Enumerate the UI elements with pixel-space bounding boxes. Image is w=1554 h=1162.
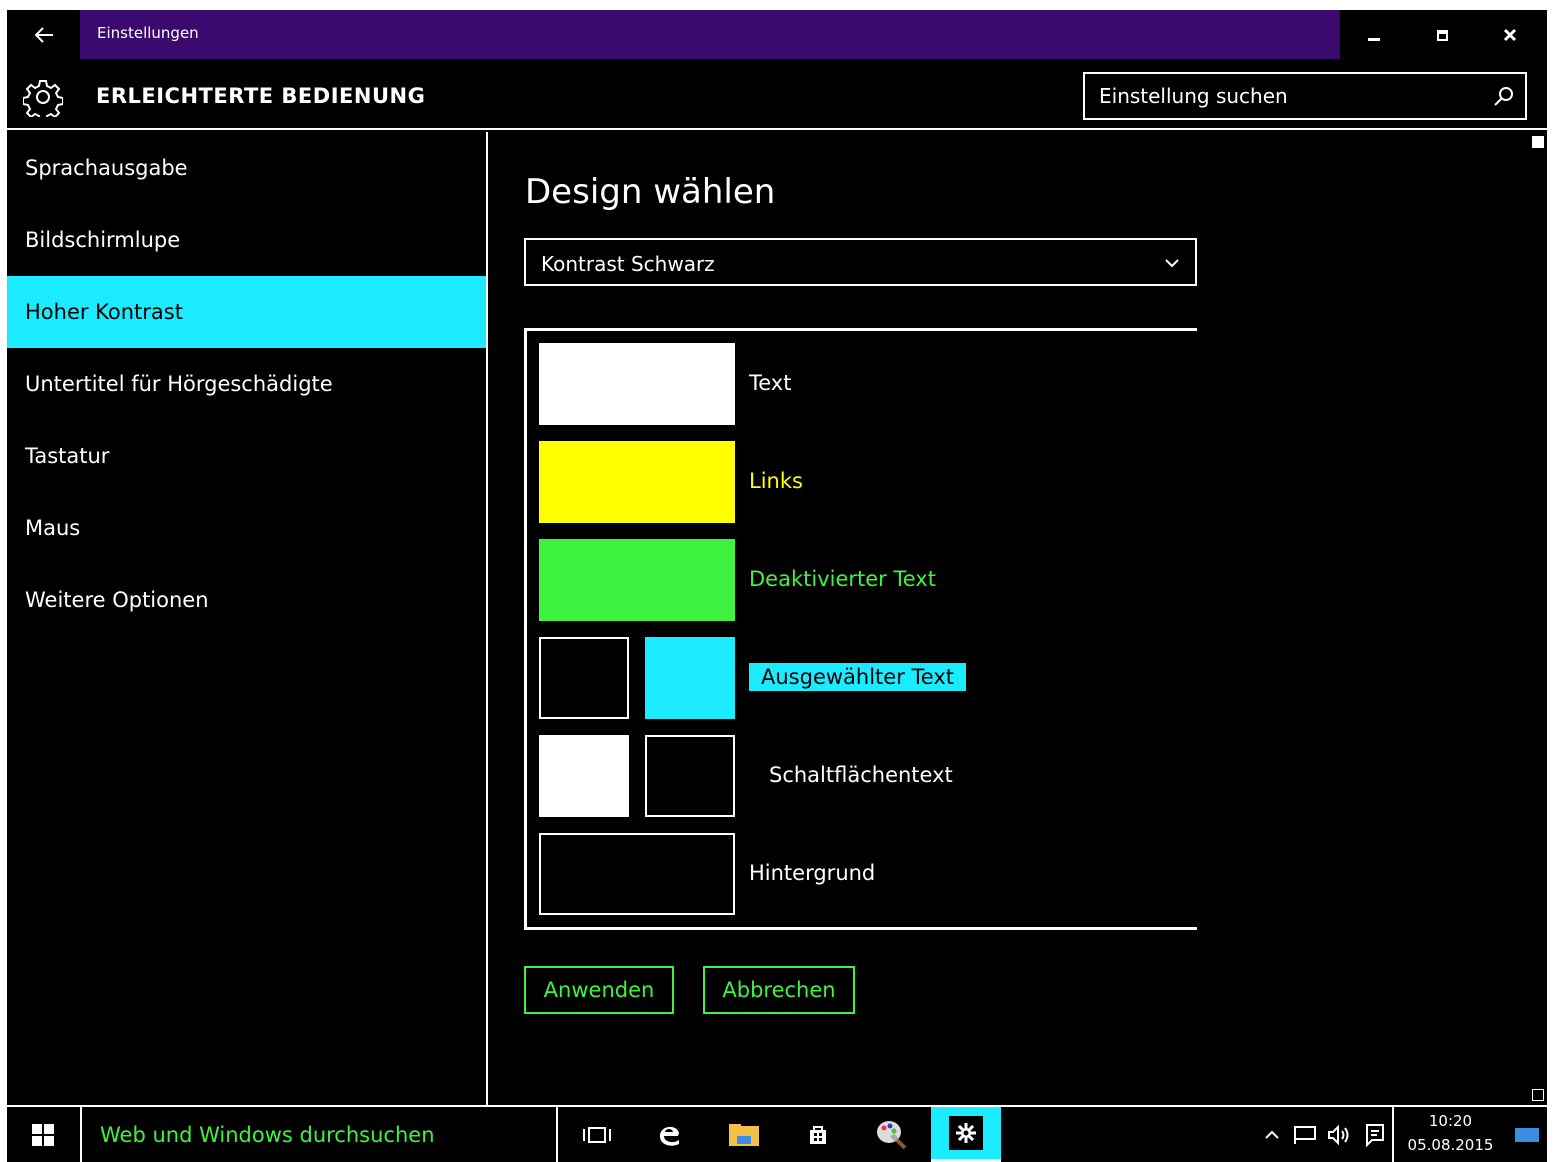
settings-taskbar-button[interactable] — [931, 1107, 1001, 1162]
section-title: ERLEICHTERTE BEDIENUNG — [96, 84, 426, 108]
theme-dropdown[interactable]: Kontrast Schwarz — [524, 238, 1197, 286]
taskbar-clock[interactable]: 10:20 05.08.2015 — [1392, 1107, 1507, 1162]
sidebar-item-bildschirmlupe[interactable]: Bildschirmlupe — [7, 204, 486, 276]
taskbar: Web und Windows durchsuchen 10:20 05.08.… — [7, 1105, 1547, 1162]
minimize-button[interactable] — [1340, 10, 1408, 60]
settings-search-box[interactable] — [1083, 72, 1527, 120]
paint-button[interactable] — [857, 1107, 927, 1162]
theme-preview-panel: Text Links Deaktivierter Text Ausgewählt… — [524, 328, 1197, 930]
sidebar-item-sprachausgabe[interactable]: Sprachausgabe — [7, 132, 486, 204]
action-center-icon[interactable] — [1360, 1119, 1390, 1151]
app-title: Einstellungen — [97, 24, 199, 42]
preview-row-disabled-text: Deaktivierter Text — [539, 539, 1189, 623]
sidebar-item-tastatur[interactable]: Tastatur — [7, 420, 486, 492]
task-view-icon — [583, 1126, 611, 1143]
title-bar: Einstellungen — [7, 10, 1547, 60]
sidebar-item-untertitel[interactable]: Untertitel für Hörgeschädigte — [7, 348, 486, 420]
preview-label-text: Text — [749, 371, 792, 395]
title-bar-background: Einstellungen — [80, 10, 1340, 59]
scroll-down-arrow-icon[interactable] — [1532, 1089, 1544, 1101]
preview-label-links: Links — [749, 469, 803, 493]
restore-icon — [1436, 29, 1448, 41]
preview-row-button-text: Schaltflächentext — [539, 735, 1189, 819]
edge-button[interactable] — [635, 1107, 705, 1162]
text-color-swatch[interactable] — [539, 343, 735, 425]
page-header: ERLEICHTERTE BEDIENUNG — [7, 60, 1547, 130]
close-button[interactable] — [1476, 10, 1544, 60]
apply-button[interactable]: Anwenden — [524, 966, 674, 1014]
main-content: Design wählen Kontrast Schwarz Text Link… — [490, 132, 1530, 1105]
scroll-up-arrow-icon[interactable] — [1532, 136, 1544, 148]
back-arrow-icon — [34, 27, 53, 43]
start-button[interactable] — [7, 1107, 79, 1162]
minimize-icon — [1368, 37, 1380, 41]
paint-icon — [877, 1120, 907, 1149]
show-desktop-button[interactable] — [1507, 1107, 1547, 1162]
preview-row-text: Text — [539, 343, 1189, 427]
selected-text-foreground-swatch[interactable] — [539, 637, 629, 719]
selected-text-background-swatch[interactable] — [645, 637, 735, 719]
task-view-button[interactable] — [562, 1107, 632, 1162]
preview-row-links: Links — [539, 441, 1189, 525]
file-explorer-button[interactable] — [709, 1107, 779, 1162]
theme-dropdown-value: Kontrast Schwarz — [541, 252, 715, 276]
vertical-scrollbar[interactable] — [1529, 132, 1547, 1105]
file-explorer-icon — [729, 1123, 759, 1146]
back-button[interactable] — [7, 10, 80, 60]
disabled-text-color-swatch[interactable] — [539, 539, 735, 621]
sidebar-item-maus[interactable]: Maus — [7, 492, 486, 564]
taskbar-search-placeholder: Web und Windows durchsuchen — [100, 1123, 435, 1147]
settings-search-input[interactable] — [1099, 82, 1479, 110]
sidebar-item-hoher-kontrast[interactable]: Hoher Kontrast — [7, 276, 486, 348]
settings-icon — [949, 1116, 983, 1150]
sidebar-item-weitere-optionen[interactable]: Weitere Optionen — [7, 564, 486, 636]
edge-icon — [659, 1126, 679, 1146]
store-icon — [810, 1125, 826, 1144]
restore-button[interactable] — [1408, 10, 1476, 60]
links-color-swatch[interactable] — [539, 441, 735, 523]
show-hidden-icons-chevron-icon[interactable] — [1257, 1119, 1287, 1151]
cancel-button[interactable]: Abbrechen — [703, 966, 855, 1014]
preview-label-disabled-text: Deaktivierter Text — [749, 567, 936, 591]
preview-label-selected-text: Ausgewählter Text — [749, 663, 966, 691]
sidebar-nav: Sprachausgabe Bildschirmlupe Hoher Kontr… — [7, 132, 488, 1105]
page-heading: Design wählen — [525, 172, 776, 212]
search-icon[interactable] — [1493, 85, 1515, 107]
gear-icon — [23, 80, 63, 117]
show-desktop-icon — [1515, 1127, 1539, 1142]
windows-logo-icon — [32, 1123, 54, 1146]
chevron-down-icon — [1165, 259, 1179, 268]
settings-window: Einstellungen ERLEICHTERTE BEDIENUNG Spr… — [7, 10, 1547, 1105]
preview-label-background: Hintergrund — [749, 861, 876, 885]
network-icon[interactable] — [1290, 1119, 1320, 1151]
background-color-swatch[interactable] — [539, 833, 735, 915]
volume-icon[interactable] — [1325, 1119, 1355, 1151]
clock-time: 10:20 — [1428, 1112, 1473, 1130]
preview-row-selected-text: Ausgewählter Text — [539, 637, 1189, 721]
store-button[interactable] — [783, 1107, 853, 1162]
preview-row-background: Hintergrund — [539, 833, 1189, 917]
close-icon — [1503, 28, 1517, 42]
taskbar-search-box[interactable]: Web und Windows durchsuchen — [80, 1107, 558, 1162]
button-text-foreground-swatch[interactable] — [539, 735, 629, 817]
clock-date: 05.08.2015 — [1407, 1136, 1494, 1154]
preview-label-button-text: Schaltflächentext — [769, 763, 953, 787]
button-text-background-swatch[interactable] — [645, 735, 735, 817]
